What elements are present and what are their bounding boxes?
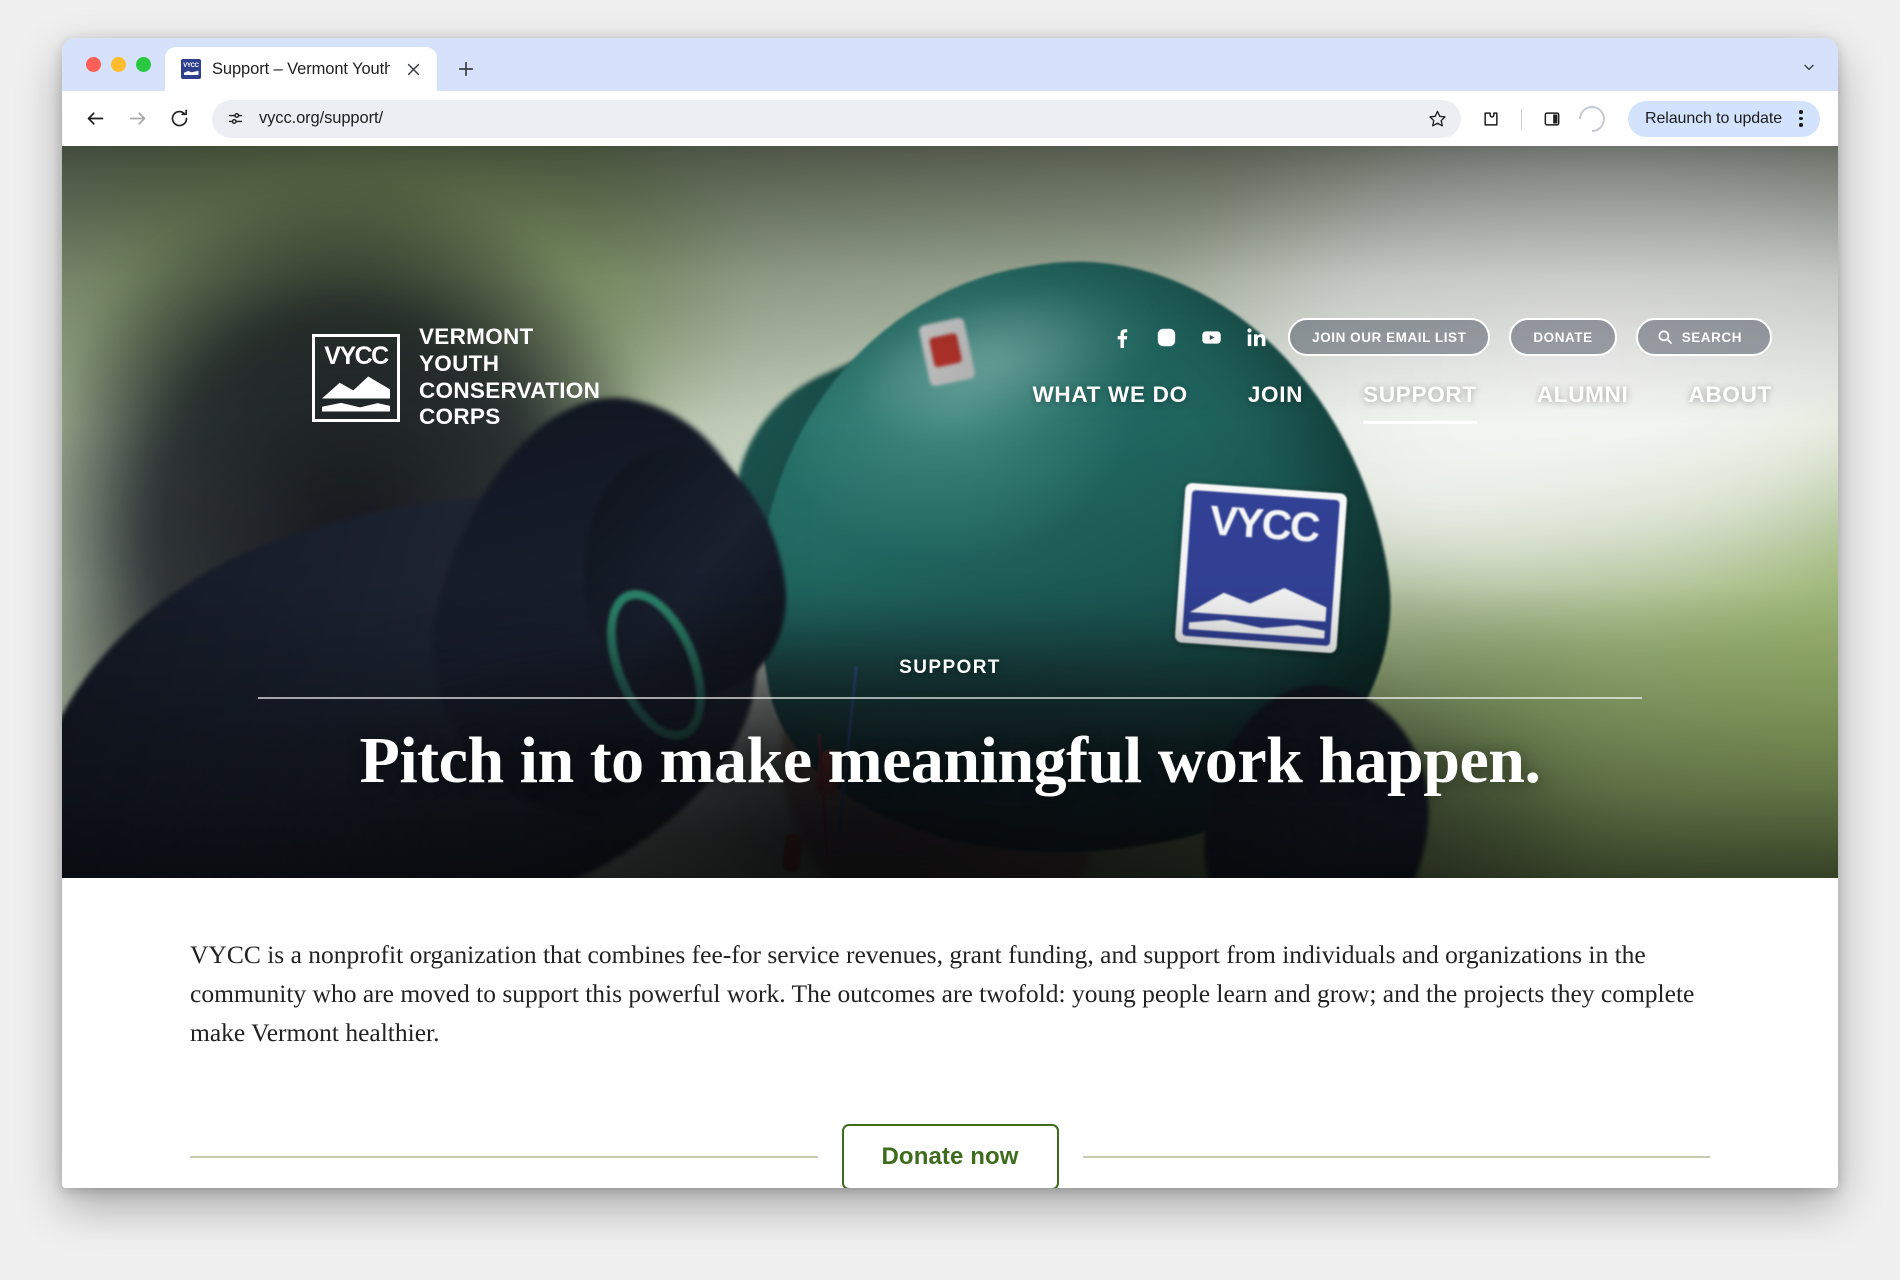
hero-divider bbox=[258, 697, 1642, 699]
donate-cta-row: Donate now bbox=[190, 1124, 1710, 1188]
intro-section: VYCC is a nonprofit organization that co… bbox=[62, 878, 1838, 1188]
nav-item-alumni[interactable]: ALUMNI bbox=[1507, 382, 1659, 408]
favicon-label: VYCC bbox=[183, 63, 199, 69]
donate-header-button[interactable]: DONATE bbox=[1509, 318, 1617, 356]
close-icon[interactable] bbox=[401, 57, 425, 81]
logo-line-1: VERMONT bbox=[419, 324, 534, 349]
tab-title: Support – Vermont Youth Con bbox=[212, 59, 390, 78]
star-icon[interactable] bbox=[1421, 103, 1453, 135]
chevron-down-icon[interactable] bbox=[1794, 52, 1824, 82]
nav-item-about[interactable]: ABOUT bbox=[1659, 382, 1773, 408]
donate-now-button[interactable]: Donate now bbox=[841, 1124, 1059, 1188]
utility-row: JOIN OUR EMAIL LIST DONATE SEARCH bbox=[1108, 318, 1772, 356]
logo-line-3: CONSERVATION bbox=[419, 377, 601, 403]
hero-section: VYCC VYCC bbox=[62, 146, 1838, 878]
page-viewport: VYCC VYCC bbox=[62, 146, 1838, 1188]
search-button[interactable]: SEARCH bbox=[1635, 318, 1772, 356]
favicon-vycc-icon: VYCC bbox=[181, 59, 201, 79]
logo-mark-text: VYCC bbox=[324, 341, 389, 370]
nav-item-support[interactable]: SUPPORT bbox=[1333, 382, 1507, 424]
url-text: vycc.org/support/ bbox=[259, 109, 383, 127]
kebab-menu-icon[interactable] bbox=[1788, 106, 1814, 132]
cta-rule-right bbox=[1082, 1156, 1710, 1159]
back-arrow-icon[interactable] bbox=[76, 100, 114, 138]
forward-arrow-icon[interactable] bbox=[118, 100, 156, 138]
facebook-icon[interactable] bbox=[1108, 324, 1134, 350]
extensions-puzzle-icon[interactable] bbox=[1473, 101, 1509, 137]
minimize-window-button[interactable] bbox=[111, 57, 126, 72]
side-panel-icon[interactable] bbox=[1534, 101, 1570, 137]
header-right-cluster: JOIN OUR EMAIL LIST DONATE SEARCH WHAT W… bbox=[1003, 318, 1773, 424]
nav-item-what-we-do[interactable]: WHAT WE DO bbox=[1003, 382, 1218, 408]
cta-rule-left bbox=[190, 1156, 818, 1159]
youtube-icon[interactable] bbox=[1198, 324, 1224, 350]
profile-avatar-icon[interactable] bbox=[1573, 100, 1611, 137]
toolbar-divider bbox=[1521, 108, 1523, 129]
relaunch-label: Relaunch to update bbox=[1645, 109, 1782, 127]
relaunch-to-update-button[interactable]: Relaunch to update bbox=[1628, 100, 1820, 137]
main-navigation: WHAT WE DO JOIN SUPPORT ALUMNI ABOUT bbox=[1003, 382, 1773, 424]
site-header: VYCC VERMONT YOUTH CONSERVATION CORPS JO… bbox=[62, 146, 1838, 429]
intro-paragraph: VYCC is a nonprofit organization that co… bbox=[190, 940, 1695, 1047]
site-logo-wordmark: VERMONT YOUTH CONSERVATION CORPS bbox=[419, 324, 600, 431]
site-settings-icon[interactable] bbox=[220, 104, 250, 134]
instagram-icon[interactable] bbox=[1153, 324, 1179, 350]
hero-text-block: SUPPORT Pitch in to make meaningful work… bbox=[62, 657, 1838, 796]
hero-eyebrow: SUPPORT bbox=[899, 657, 1001, 679]
address-bar[interactable]: vycc.org/support/ bbox=[212, 99, 1462, 138]
close-window-button[interactable] bbox=[86, 57, 101, 72]
browser-tab[interactable]: VYCC Support – Vermont Youth Con bbox=[165, 47, 437, 91]
linkedin-icon[interactable] bbox=[1243, 324, 1269, 350]
nav-item-join[interactable]: JOIN bbox=[1218, 382, 1333, 408]
hero-title: Pitch in to make meaningful work happen. bbox=[359, 723, 1541, 797]
favicon-wave bbox=[183, 70, 199, 75]
maximize-window-button[interactable] bbox=[136, 57, 151, 72]
browser-window: VYCC Support – Vermont Youth Con bbox=[62, 38, 1838, 1188]
reload-icon[interactable] bbox=[160, 100, 198, 138]
tab-strip: VYCC Support – Vermont Youth Con bbox=[62, 38, 1838, 91]
browser-toolbar: vycc.org/support/ Relaunch to update bbox=[62, 91, 1838, 146]
site-logo[interactable]: VYCC VERMONT YOUTH CONSERVATION CORPS bbox=[312, 324, 600, 431]
search-icon bbox=[1658, 330, 1672, 344]
join-email-list-button[interactable]: JOIN OUR EMAIL LIST bbox=[1288, 318, 1491, 356]
search-label: SEARCH bbox=[1681, 329, 1742, 345]
logo-line-4: CORPS bbox=[419, 404, 501, 430]
vycc-logo-mark-icon: VYCC bbox=[312, 333, 400, 422]
window-controls bbox=[78, 38, 165, 91]
new-tab-button[interactable] bbox=[449, 52, 483, 86]
logo-line-2: YOUTH bbox=[419, 350, 500, 376]
